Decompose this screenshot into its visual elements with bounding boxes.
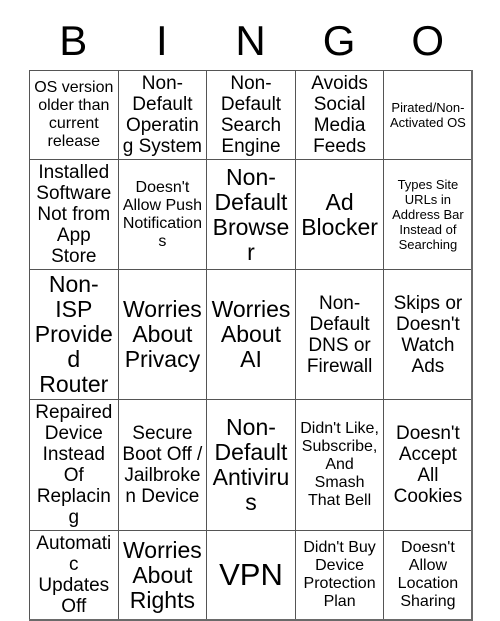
bingo-cell[interactable]: Secure Boot Off / Jailbroken Device <box>117 399 208 531</box>
bingo-cell[interactable]: Non-Default DNS or Firewall <box>294 269 385 400</box>
bingo-header-letter-g: G <box>322 17 356 64</box>
bingo-cell[interactable]: Non-Default Browser <box>206 159 296 270</box>
bingo-cell[interactable]: Didn't Like, Subscribe, And Smash That B… <box>294 399 385 531</box>
bingo-header-letter-i: I <box>156 17 168 64</box>
bingo-cell[interactable]: Skips or Doesn't Watch Ads <box>383 269 474 400</box>
bingo-cell[interactable]: Non-Default Operating System <box>117 70 208 160</box>
bingo-row: Installed Software Not from App Store Do… <box>29 159 474 270</box>
bingo-header: B I N G O <box>29 12 472 70</box>
bingo-card: B I N G O OS version older than current … <box>29 12 474 621</box>
bingo-grid: OS version older than current release No… <box>29 70 474 621</box>
bingo-cell[interactable]: OS version older than current release <box>29 70 119 160</box>
bingo-cell[interactable]: Worries About AI <box>206 269 296 400</box>
bingo-row: Non-ISP Provided Router Worries About Pr… <box>29 269 474 400</box>
bingo-cell[interactable]: Non-Default Search Engine <box>206 70 296 160</box>
bingo-cell[interactable]: Repaired Device Instead Of Replacing <box>29 399 119 531</box>
bingo-cell[interactable]: Avoids Social Media Feeds <box>294 70 385 160</box>
bingo-cell[interactable]: Pirated/Non-Activated OS <box>383 70 474 160</box>
bingo-row: Repaired Device Instead Of Replacing Sec… <box>29 399 474 531</box>
bingo-cell[interactable]: Installed Software Not from App Store <box>29 159 119 270</box>
bingo-cell[interactable]: Doesn't Allow Push Notifications <box>117 159 208 270</box>
bingo-cell[interactable]: Ad Blocker <box>294 159 385 270</box>
bingo-cell[interactable]: Worries About Privacy <box>117 269 208 400</box>
bingo-header-letter-o: O <box>411 17 444 64</box>
bingo-cell[interactable]: Non-Default Antivirus <box>206 399 296 531</box>
bingo-cell[interactable]: Types Site URLs in Address Bar Instead o… <box>383 159 474 270</box>
bingo-cell[interactable]: Non-ISP Provided Router <box>29 269 119 400</box>
bingo-header-letter-n: N <box>235 17 266 64</box>
bingo-cell[interactable]: Doesn't Accept All Cookies <box>383 399 474 531</box>
bingo-row: OS version older than current release No… <box>29 70 474 160</box>
bingo-header-letter-b: B <box>59 17 88 64</box>
